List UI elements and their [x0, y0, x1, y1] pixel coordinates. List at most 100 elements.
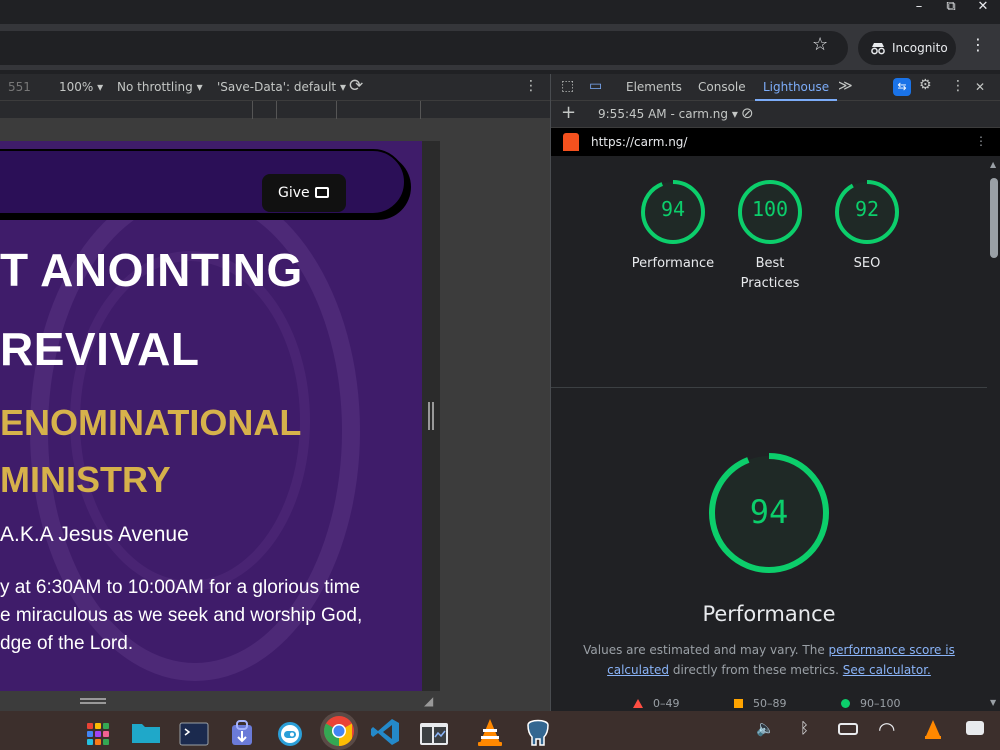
chevron-down-icon: ▾ — [196, 80, 203, 94]
site-navbar: Give — [0, 149, 406, 215]
score-note-line2: calculated directly from these metrics. … — [571, 660, 967, 680]
tab-console[interactable]: Console — [698, 80, 746, 94]
performance-score-link-cont[interactable]: calculated — [607, 663, 669, 677]
ruler-tick — [252, 101, 253, 119]
launcher-icon[interactable] — [84, 715, 116, 747]
screen: – ⧉ ✕ ☆ Incognito ⋮ 551 100% ▾ No thrott… — [0, 0, 1000, 750]
vscode-icon[interactable] — [370, 715, 402, 747]
lighthouse-logo-icon — [563, 133, 579, 151]
scrollbar-thumb[interactable] — [990, 178, 998, 258]
store-icon[interactable] — [226, 715, 258, 747]
see-calculator-link[interactable]: See calculator. — [843, 663, 931, 677]
minimize-button[interactable]: – — [904, 0, 934, 20]
chevron-down-icon: ▾ — [731, 107, 738, 121]
files-icon[interactable] — [130, 715, 162, 747]
score-label-best-practices: Best Practices — [715, 254, 825, 294]
hero-subheading-line2: MINISTRY — [0, 459, 171, 500]
close-devtools-icon[interactable]: ✕ — [975, 80, 985, 94]
device-toolbar: 551 100% ▾ No throttling ▾ 'Save-Data': … — [0, 74, 550, 101]
scroll-down-icon[interactable]: ▼ — [990, 698, 996, 707]
legend-range: 90–100 — [860, 697, 901, 710]
score-label-line: Best — [755, 256, 785, 271]
website-page[interactable]: Give T ANOINTING REVIVAL ENOMINATIONAL M… — [0, 141, 422, 691]
battery-icon[interactable] — [838, 723, 858, 735]
notification-icon[interactable] — [966, 721, 984, 735]
clear-reports-icon[interactable]: ⊘ — [741, 104, 754, 122]
throttling-select[interactable]: No throttling ▾ — [117, 80, 203, 94]
main-score-value: 94 — [749, 493, 789, 531]
postgres-icon[interactable] — [522, 715, 554, 747]
rotate-icon[interactable]: ⟳ — [349, 76, 363, 96]
report-scrollbar[interactable]: ▲ ▼ — [987, 156, 1000, 711]
hero-desc-line1: y at 6:30AM to 10:00AM for a glorious ti… — [0, 577, 361, 598]
new-report-icon[interactable]: + — [561, 102, 576, 123]
give-button[interactable]: Give — [262, 174, 346, 212]
ruler-tick — [336, 101, 337, 119]
browser-menu-icon[interactable]: ⋮ — [970, 35, 986, 54]
hero-subheading-line1: ENOMINATIONAL — [0, 402, 302, 443]
give-label: Give — [278, 185, 310, 201]
devtools-menu-icon[interactable]: ⋮ — [951, 78, 965, 94]
score-gauge-best-practices[interactable]: 100 — [736, 178, 804, 246]
media-query-ruler — [0, 101, 550, 119]
settings-gear-icon[interactable]: ⚙ — [919, 77, 932, 93]
viewport-width-value[interactable]: 551 — [8, 80, 31, 94]
devtools-tabbar: ⬚ ▭ Elements Console Lighthouse ≫ ⇆ ⚙ ⋮ … — [551, 74, 1000, 101]
android-icon[interactable] — [274, 715, 306, 747]
address-bar[interactable]: ☆ — [0, 31, 848, 65]
report-select-value: 9:55:45 AM - carm.ng — [598, 107, 728, 121]
legend-range: 50–89 — [753, 697, 787, 710]
score-value: 92 — [854, 197, 880, 221]
scroll-up-icon[interactable]: ▲ — [990, 160, 996, 169]
system-monitor-icon[interactable] — [418, 715, 450, 747]
score-value: 100 — [751, 197, 789, 221]
incognito-chip[interactable]: Incognito — [858, 31, 956, 65]
page-viewport: Give T ANOINTING REVIVAL ENOMINATIONAL M… — [0, 119, 550, 711]
terminal-icon[interactable] — [178, 715, 210, 747]
taskbar: 🔈 ᛒ ◠ — [0, 711, 1000, 750]
fail-triangle-icon — [633, 699, 643, 708]
tab-lighthouse[interactable]: Lighthouse — [763, 80, 829, 94]
hero-desc-line2: e miraculous as we seek and worship God, — [0, 605, 363, 626]
save-data-select[interactable]: 'Save-Data': default ▾ — [217, 80, 346, 94]
legend-fail: 0–49 — [633, 697, 680, 710]
tab-elements[interactable]: Elements — [626, 80, 682, 94]
report-select[interactable]: 9:55:45 AM - carm.ng ▾ — [598, 107, 738, 121]
wallet-icon — [315, 187, 329, 198]
hero-aka: A.K.A Jesus Avenue — [0, 523, 189, 546]
viewport-resize-corner-icon[interactable]: ◢ — [424, 694, 433, 708]
wifi-icon[interactable]: ◠ — [878, 717, 895, 741]
section-divider — [551, 387, 987, 388]
more-tabs-icon[interactable]: ≫ — [838, 78, 853, 94]
close-window-button[interactable]: ✕ — [968, 0, 998, 20]
viewport-resize-handle-bottom[interactable] — [80, 698, 106, 704]
score-label-seo: SEO — [853, 256, 881, 271]
device-toggle-icon[interactable]: ▭ — [589, 78, 602, 94]
incognito-label: Incognito — [892, 41, 948, 55]
score-gauge-performance[interactable]: 94 — [639, 178, 707, 246]
save-data-value: 'Save-Data': default — [217, 80, 337, 94]
inspect-element-icon[interactable]: ⬚ — [561, 78, 574, 94]
performance-score-link[interactable]: performance score is — [829, 643, 955, 657]
report-menu-icon[interactable]: ⋮ — [975, 134, 987, 148]
zoom-select[interactable]: 100% ▾ — [59, 80, 103, 94]
average-square-icon — [734, 699, 743, 708]
legend-average: 50–89 — [734, 697, 787, 710]
score-label-performance: Performance — [631, 256, 715, 271]
report-url-bar: https://carm.ng/ ⋮ — [551, 128, 1000, 156]
pass-circle-icon — [841, 699, 850, 708]
volume-icon[interactable]: 🔈 — [756, 719, 775, 737]
vlc-tray-icon[interactable] — [924, 719, 942, 743]
vlc-icon[interactable] — [474, 715, 506, 747]
score-gauge-seo[interactable]: 92 — [833, 178, 901, 246]
issues-badge-icon[interactable]: ⇆ — [893, 78, 911, 96]
viewport-resize-handle-right[interactable] — [428, 402, 434, 430]
bookmark-star-icon[interactable]: ☆ — [812, 34, 828, 55]
report-url[interactable]: https://carm.ng/ — [591, 135, 687, 149]
chrome-icon[interactable] — [320, 712, 358, 750]
bluetooth-icon[interactable]: ᛒ — [800, 719, 809, 737]
device-toolbar-menu-icon[interactable]: ⋮ — [524, 78, 538, 94]
maximize-button[interactable]: ⧉ — [936, 0, 966, 20]
hero-desc-line3: dge of the Lord. — [0, 633, 134, 654]
score-label-line: Practices — [740, 276, 800, 291]
